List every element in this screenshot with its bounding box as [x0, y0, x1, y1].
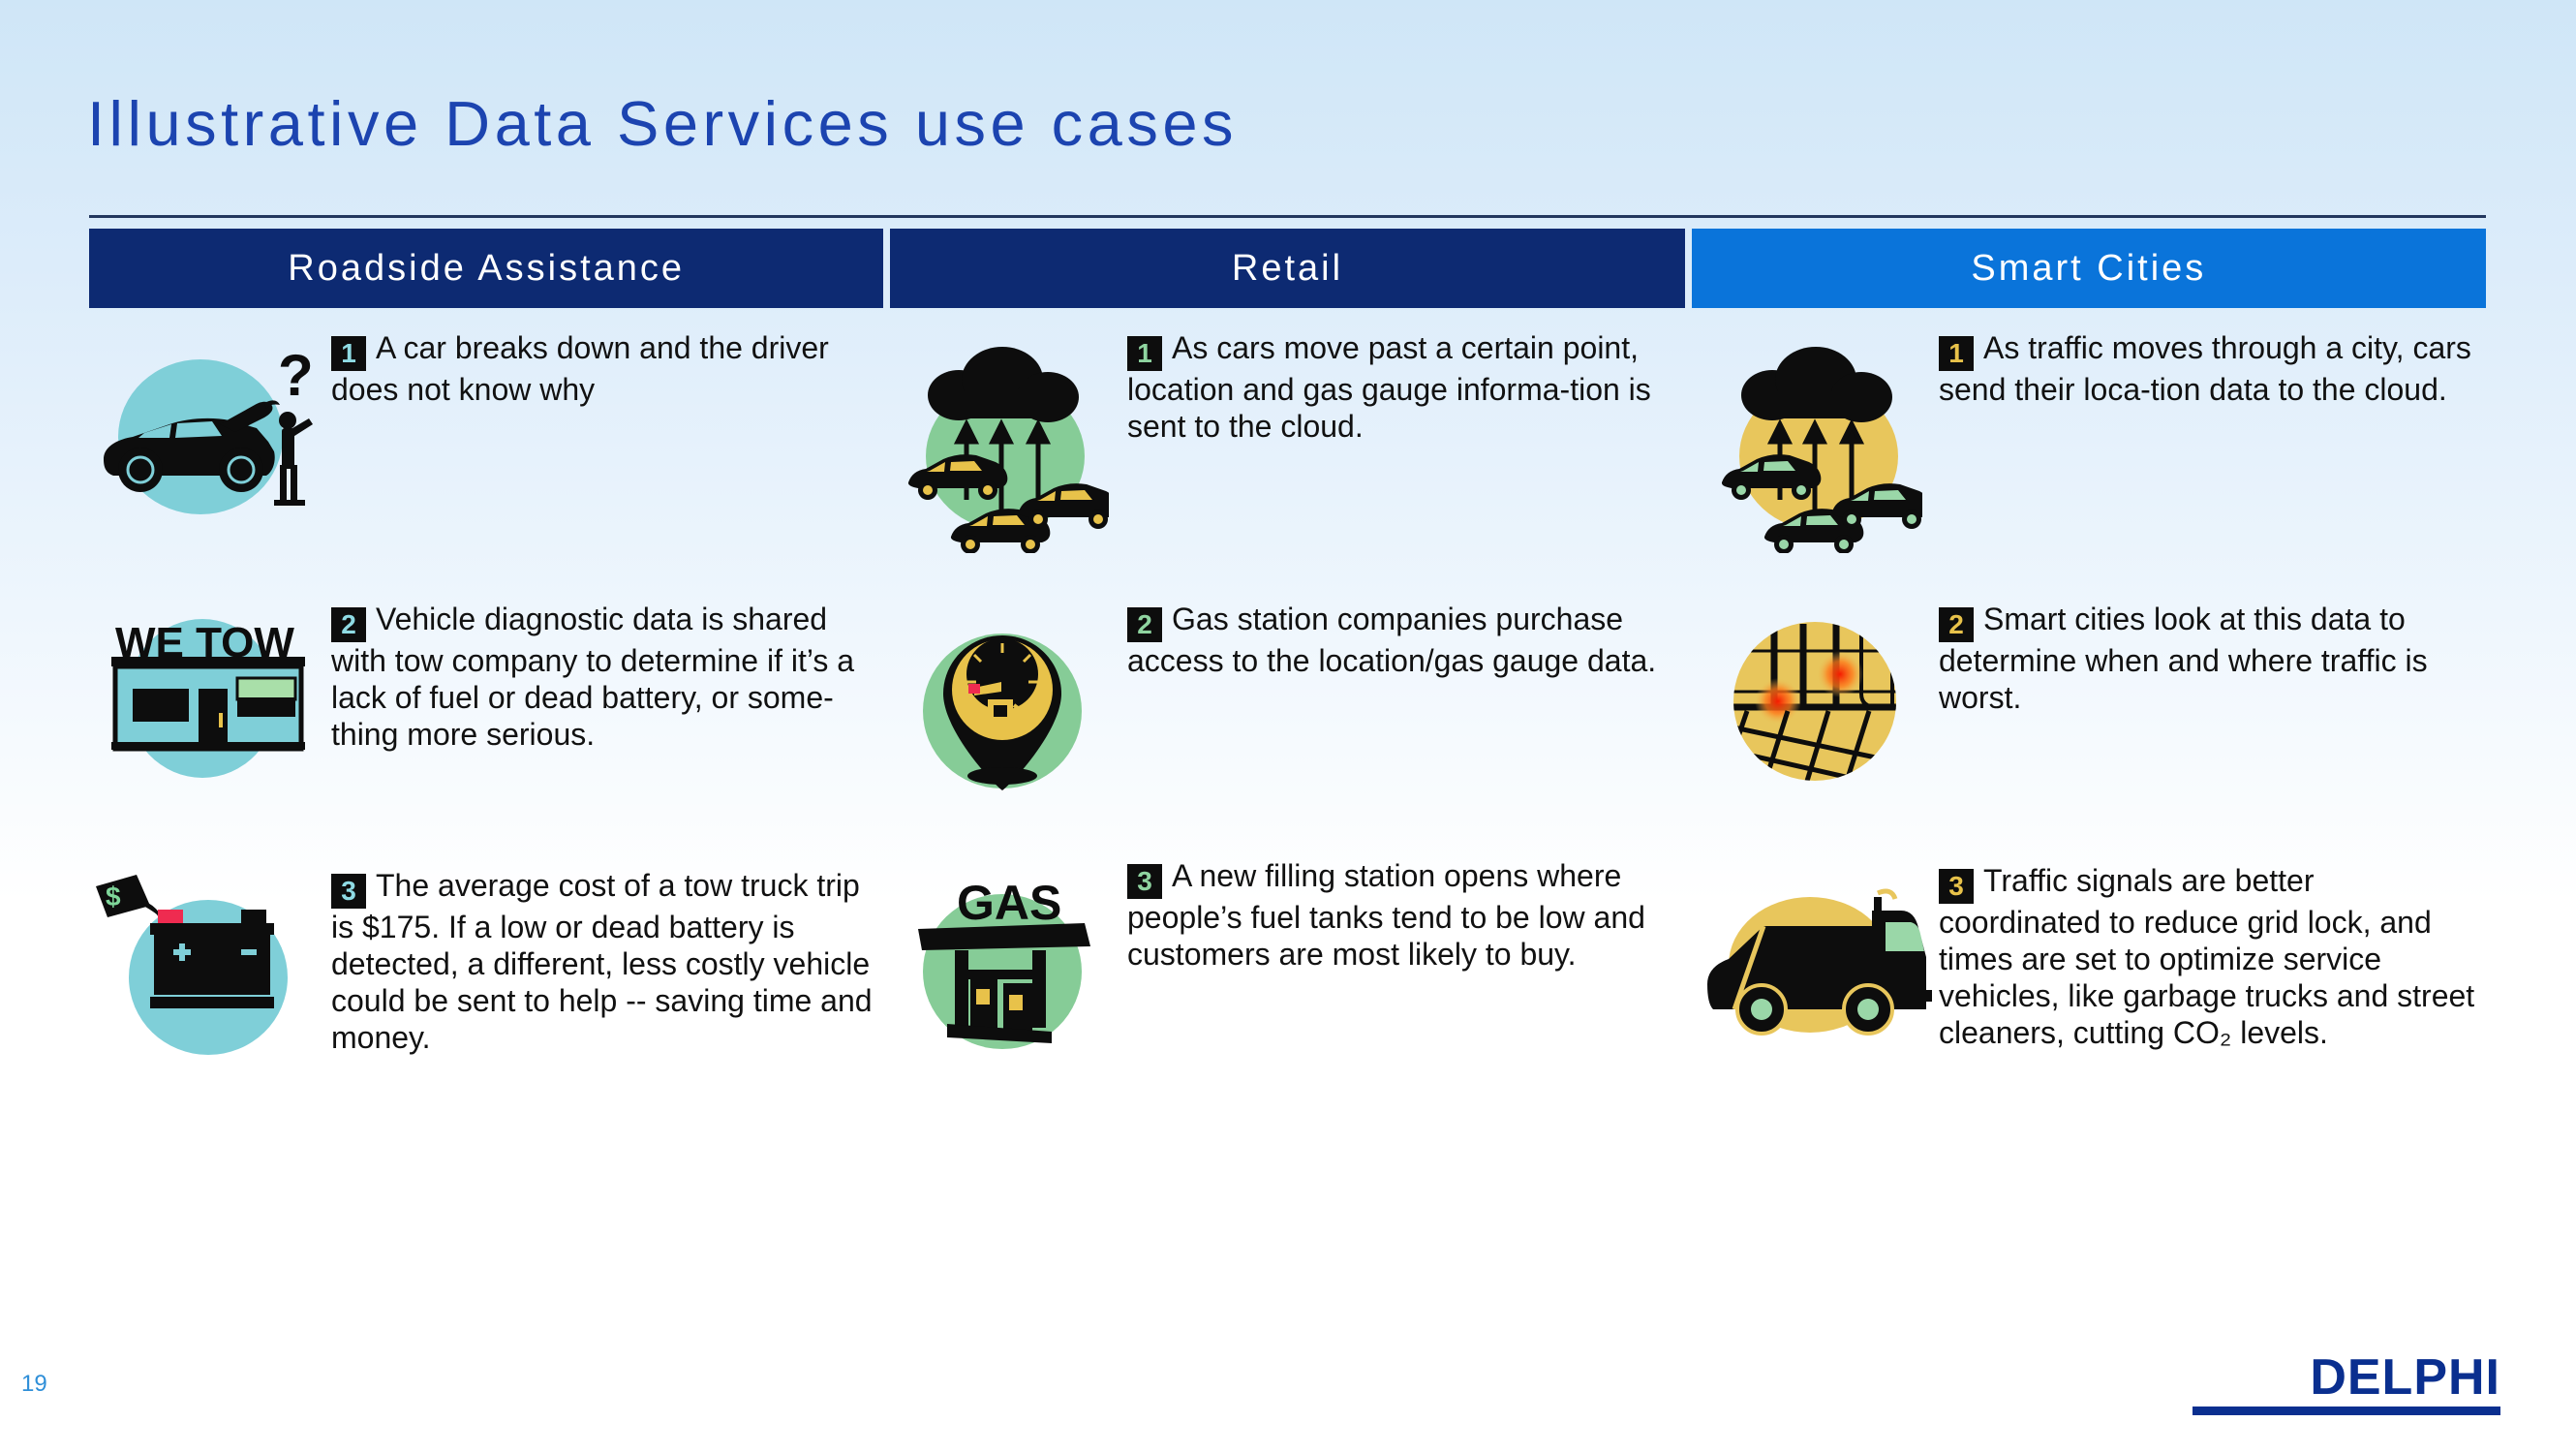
column-retail: 1 As cars move past a certain point, loca…	[893, 329, 1697, 1076]
column-roadside-assistance: ? 1 A car breaks down and the driver doe…	[89, 329, 893, 1076]
step-badge: 1	[1939, 336, 1974, 371]
list-item: 2 Gas station companies purchase access t…	[893, 601, 1697, 857]
list-item-body: The average cost of a tow truck trip is …	[331, 868, 873, 1056]
step-badge: 3	[1127, 864, 1162, 899]
page-title: Illustrative Data Services use cases	[87, 88, 1238, 159]
column-header-retail[interactable]: Retail	[890, 229, 1685, 308]
tow-shop-icon: WE TOW	[89, 601, 331, 790]
title-divider	[89, 215, 2486, 218]
list-item-body: Traffic signals are better coordinated t…	[1939, 863, 2475, 1051]
column-smart-cities: 1 As traffic moves through a city, cars s…	[1697, 329, 2500, 1076]
list-item: WE TOW 2 Vehicle diagnostic data is share…	[89, 601, 893, 867]
city-grid-heatmap-icon	[1697, 601, 1939, 800]
list-item-text: 2 Smart cities look at this data to deter…	[1939, 601, 2500, 716]
svg-text:$: $	[106, 881, 121, 912]
car-battery-price-tag-icon: $	[89, 867, 331, 1076]
list-item-text: 2 Vehicle diagnostic data is shared with …	[331, 601, 893, 753]
list-item-body: Smart cities look at this data to determ…	[1939, 602, 2428, 716]
step-badge: 1	[1127, 336, 1162, 371]
list-item-body: A car breaks down and the driver does no…	[331, 330, 829, 407]
cars-uploading-to-cloud-icon	[893, 329, 1116, 553]
list-item-body: A new filling station opens where people…	[1127, 858, 1645, 973]
page-number: 19	[21, 1371, 47, 1397]
step-badge: 2	[331, 607, 366, 642]
step-badge: 2	[1939, 607, 1974, 642]
list-item-text: 2 Gas station companies purchase access t…	[1116, 601, 1697, 679]
gas-station-sign-text: GAS	[957, 876, 1061, 930]
columns-container: ? 1 A car breaks down and the driver doe…	[89, 329, 2500, 1076]
list-item: ? 1 A car breaks down and the driver doe…	[89, 329, 893, 601]
step-badge: 3	[1939, 869, 1974, 904]
list-item: GAS 3A new filling station opens where p…	[893, 857, 1697, 1071]
step-badge: 3	[331, 874, 366, 909]
list-item-text: 3 Traffic signals are better coordinated …	[1939, 862, 2500, 1051]
list-item: 1 As cars move past a certain point, loca…	[893, 329, 1697, 601]
list-item-text: 1 As traffic moves through a city, cars s…	[1939, 329, 2500, 408]
step-badge: 2	[1127, 607, 1162, 642]
delphi-logo: DELPHI	[2310, 1349, 2500, 1406]
column-header-bar: Roadside Assistance Retail Smart Cities	[89, 229, 2486, 308]
list-item: 2 Smart cities look at this data to deter…	[1697, 601, 2500, 862]
list-item-body: As cars move past a certain point, locat…	[1127, 330, 1651, 445]
fuel-gauge-map-pin-icon	[893, 601, 1116, 815]
step-badge: 1	[331, 336, 366, 371]
broken-down-car-icon: ?	[89, 329, 331, 529]
list-item: $ 3 The average cost of a tow truck trip…	[89, 867, 893, 1076]
list-item: 1 As traffic moves through a city, cars s…	[1697, 329, 2500, 601]
gas-station-icon: GAS	[893, 857, 1116, 1071]
garbage-truck-icon	[1697, 862, 1939, 1062]
list-item-text: 1 As cars move past a certain point, loca…	[1116, 329, 1697, 445]
list-item: 3 Traffic signals are better coordinated …	[1697, 862, 2500, 1062]
svg-text:?: ?	[278, 343, 314, 408]
column-header-roadside-assistance[interactable]: Roadside Assistance	[89, 229, 884, 308]
list-item-body: As traffic moves through a city, cars se…	[1939, 330, 2471, 407]
list-item-text: 3A new filling station opens where peopl…	[1116, 857, 1697, 973]
slide-canvas: Illustrative Data Services use cases Roa…	[0, 0, 2576, 1453]
list-item-body: Vehicle diagnostic data is shared with t…	[331, 602, 855, 753]
column-header-smart-cities[interactable]: Smart Cities	[1691, 229, 2486, 308]
list-item-body: Gas station companies purchase access to…	[1127, 602, 1657, 678]
delphi-logo-underline	[2193, 1407, 2500, 1415]
cars-uploading-to-cloud-icon	[1697, 329, 1939, 553]
list-item-text: 1A car breaks down and the driver does n…	[331, 329, 893, 408]
list-item-text: 3 The average cost of a tow truck trip is…	[331, 867, 893, 1056]
